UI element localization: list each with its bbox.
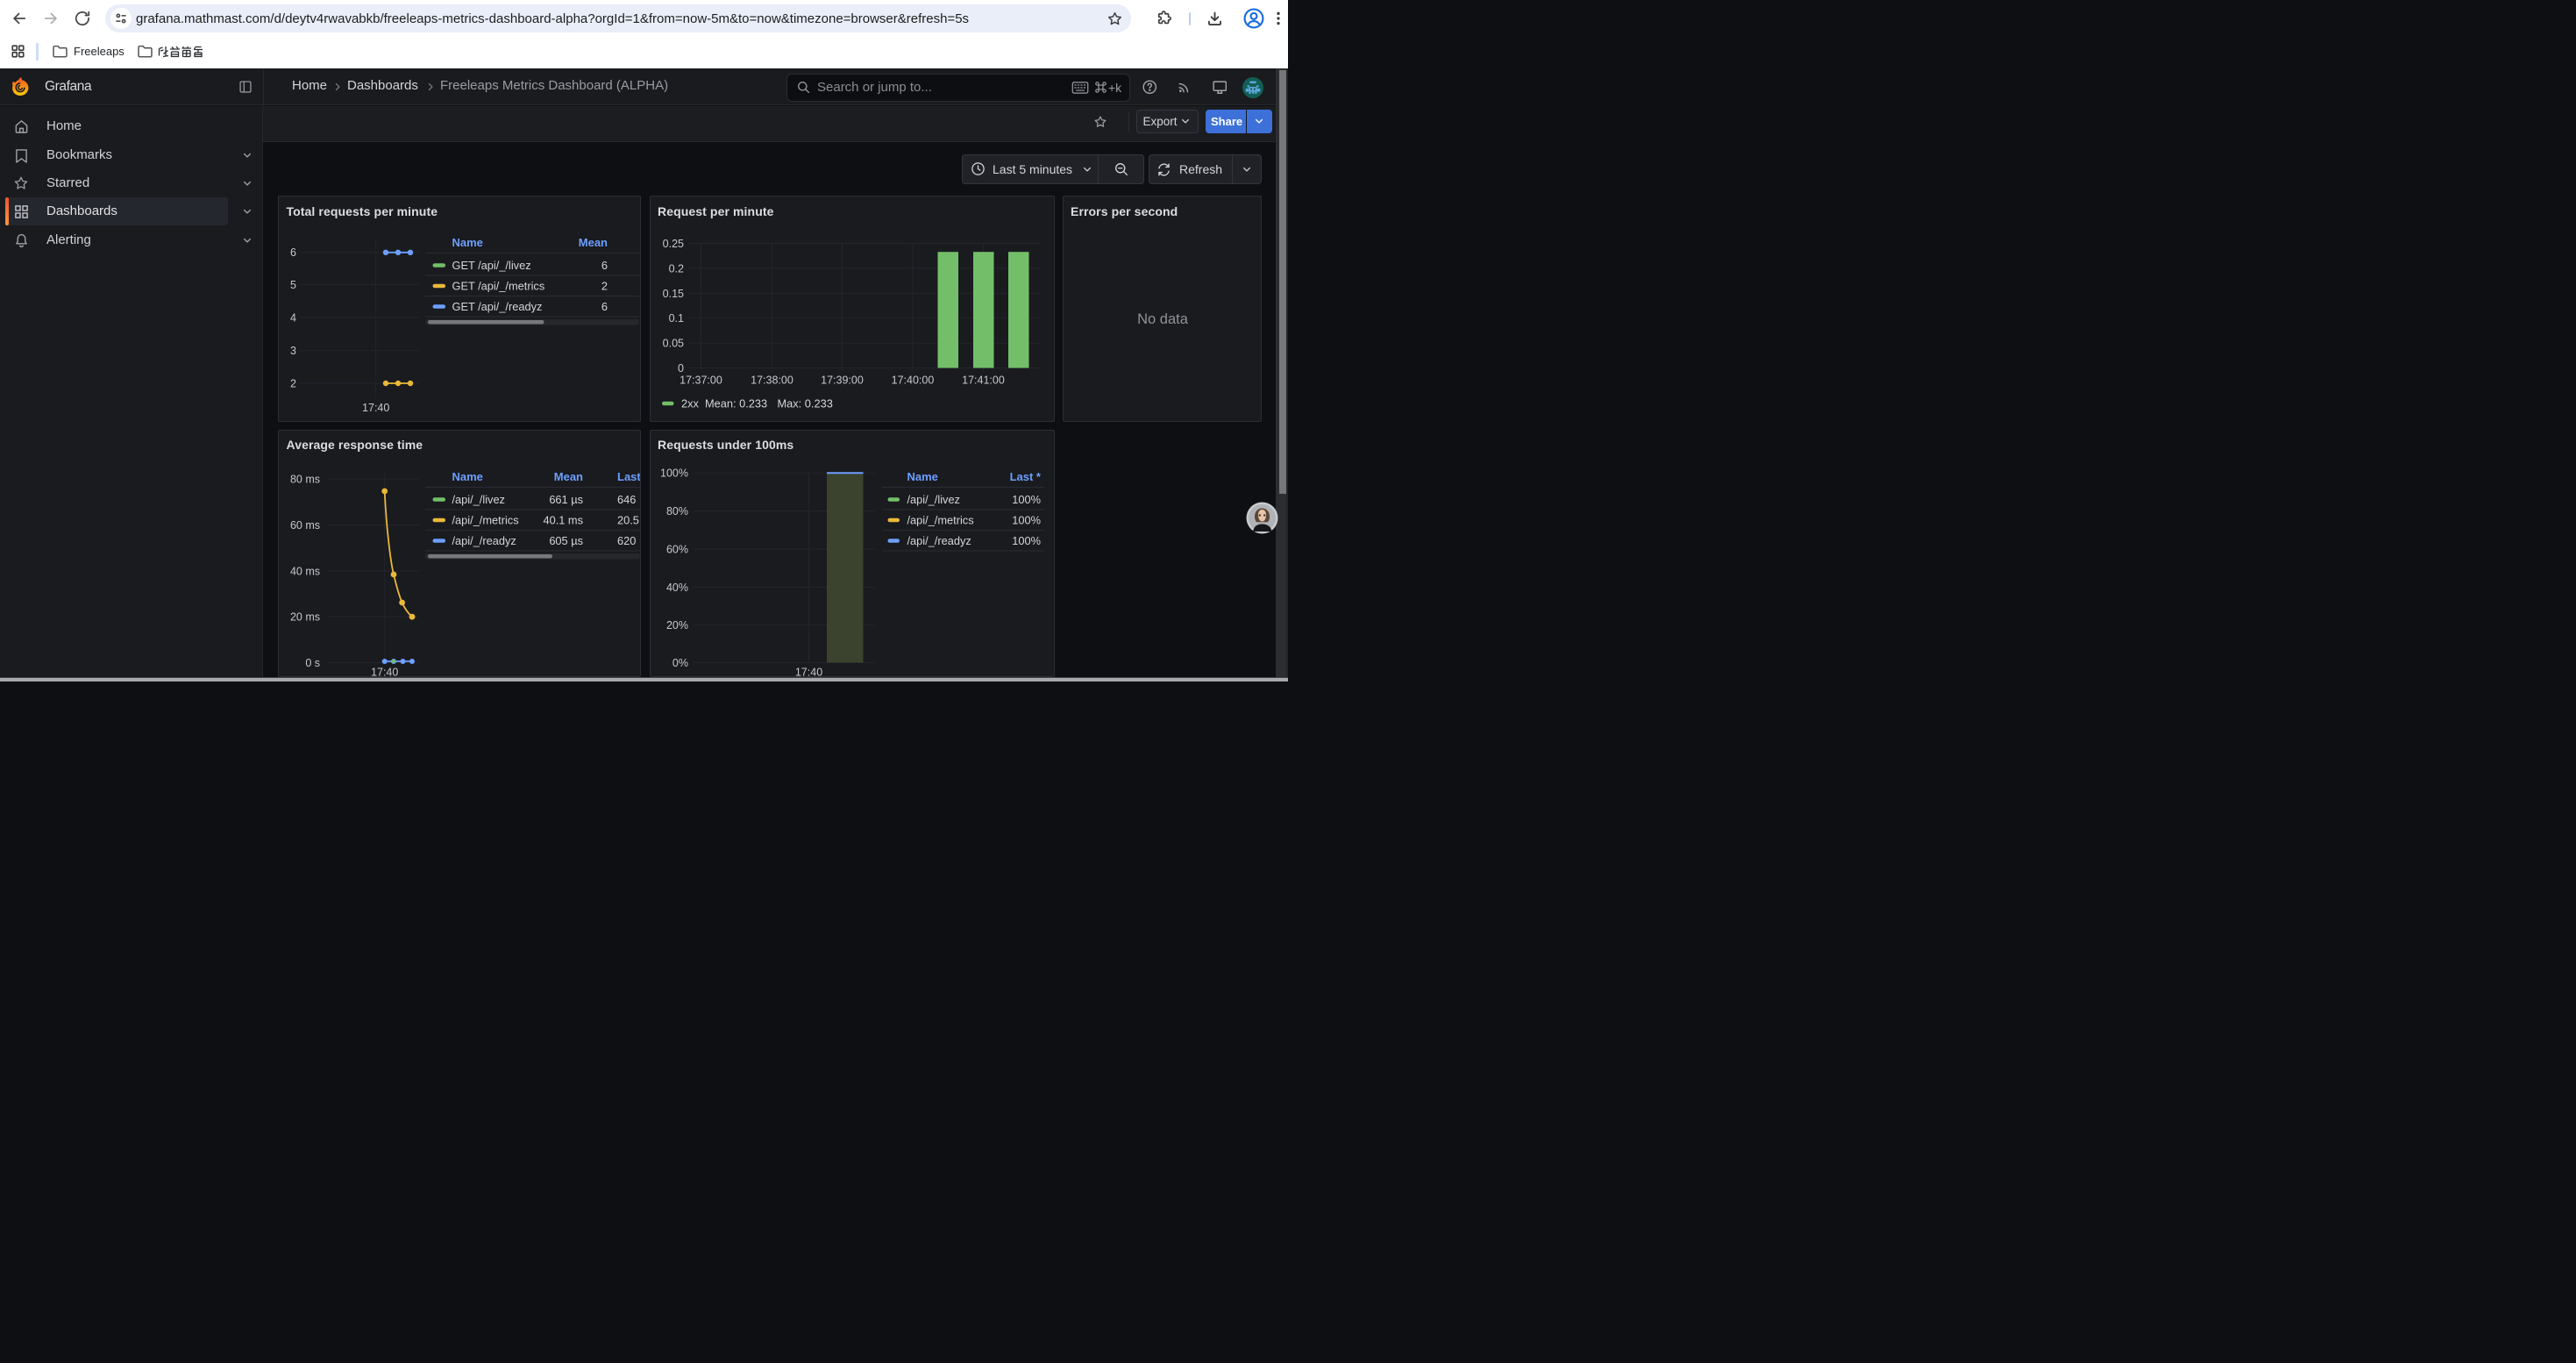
svg-text:20%: 20% (665, 619, 687, 632)
svg-text:17:37:00: 17:37:00 (680, 375, 722, 387)
svg-text:6: 6 (601, 259, 608, 272)
svg-text:17:40: 17:40 (794, 666, 822, 676)
svg-text:4: 4 (290, 311, 296, 324)
svg-text:0.05: 0.05 (662, 338, 683, 350)
svg-text:GET /api/_/metrics: GET /api/_/metrics (452, 280, 545, 293)
svg-text:17:40: 17:40 (362, 402, 389, 414)
svg-text:40 ms: 40 ms (290, 565, 320, 577)
svg-text:17:40: 17:40 (371, 666, 398, 676)
svg-text:2: 2 (290, 377, 296, 389)
svg-text:0.2: 0.2 (668, 262, 683, 275)
svg-text:17:39:00: 17:39:00 (821, 375, 864, 387)
svg-text:661 µs: 661 µs (549, 493, 583, 506)
svg-text:80 ms: 80 ms (290, 473, 320, 485)
svg-text:0.15: 0.15 (662, 288, 683, 300)
svg-text:17:41:00: 17:41:00 (962, 375, 1005, 387)
svg-text:Max: 0.233: Max: 0.233 (777, 397, 832, 410)
svg-text:17:40:00: 17:40:00 (891, 375, 934, 387)
svg-text:Last *: Last * (617, 470, 640, 483)
svg-text:20 ms: 20 ms (290, 610, 320, 623)
svg-text:605 µs: 605 µs (549, 534, 583, 547)
svg-text:0: 0 (678, 362, 684, 375)
svg-text:60 ms: 60 ms (290, 518, 320, 531)
svg-text:40.1 ms: 40.1 ms (543, 513, 583, 526)
svg-text:GET /api/_/livez: GET /api/_/livez (452, 259, 531, 272)
svg-text:5: 5 (290, 279, 296, 291)
svg-text:/api/_/livez: /api/_/livez (907, 493, 959, 506)
svg-text:/api/_/readyz: /api/_/readyz (452, 534, 516, 547)
svg-text:Mean: Mean (554, 470, 583, 483)
svg-text:17:38:00: 17:38:00 (751, 375, 793, 387)
svg-text:0%: 0% (672, 656, 687, 668)
svg-text:0.1: 0.1 (668, 312, 683, 325)
svg-text:Last *: Last * (1009, 470, 1041, 483)
svg-text:/api/_/metrics: /api/_/metrics (452, 513, 519, 526)
svg-text:Name: Name (452, 236, 483, 249)
svg-text:6: 6 (601, 300, 608, 313)
svg-text:/api/_/readyz: /api/_/readyz (907, 534, 971, 547)
svg-text:20.5 ms: 20.5 ms (617, 513, 640, 526)
svg-text:Name: Name (452, 470, 483, 483)
svg-text:/api/_/metrics: /api/_/metrics (907, 513, 973, 526)
svg-text:GET /api/_/readyz: GET /api/_/readyz (452, 300, 543, 313)
svg-text:2: 2 (601, 280, 608, 293)
svg-text:100%: 100% (1012, 513, 1041, 526)
svg-text:Mean: 0.233: Mean: 0.233 (705, 397, 767, 410)
svg-text:40%: 40% (665, 581, 687, 593)
svg-text:2xx: 2xx (681, 397, 700, 410)
svg-text:6: 6 (290, 246, 296, 259)
svg-text:60%: 60% (665, 543, 687, 555)
svg-text:100%: 100% (1012, 534, 1041, 547)
svg-text:Mean: Mean (579, 236, 608, 249)
svg-text:/api/_/livez: /api/_/livez (452, 493, 505, 506)
svg-text:646: 646 (617, 493, 636, 506)
svg-text:Name: Name (907, 470, 937, 483)
svg-text:80%: 80% (665, 504, 687, 517)
svg-text:0.25: 0.25 (662, 238, 683, 250)
svg-text:100%: 100% (1012, 493, 1041, 506)
svg-text:3: 3 (290, 345, 296, 357)
svg-text:0 s: 0 s (305, 656, 320, 668)
svg-text:100%: 100% (660, 467, 688, 479)
svg-text:620: 620 (617, 534, 636, 547)
